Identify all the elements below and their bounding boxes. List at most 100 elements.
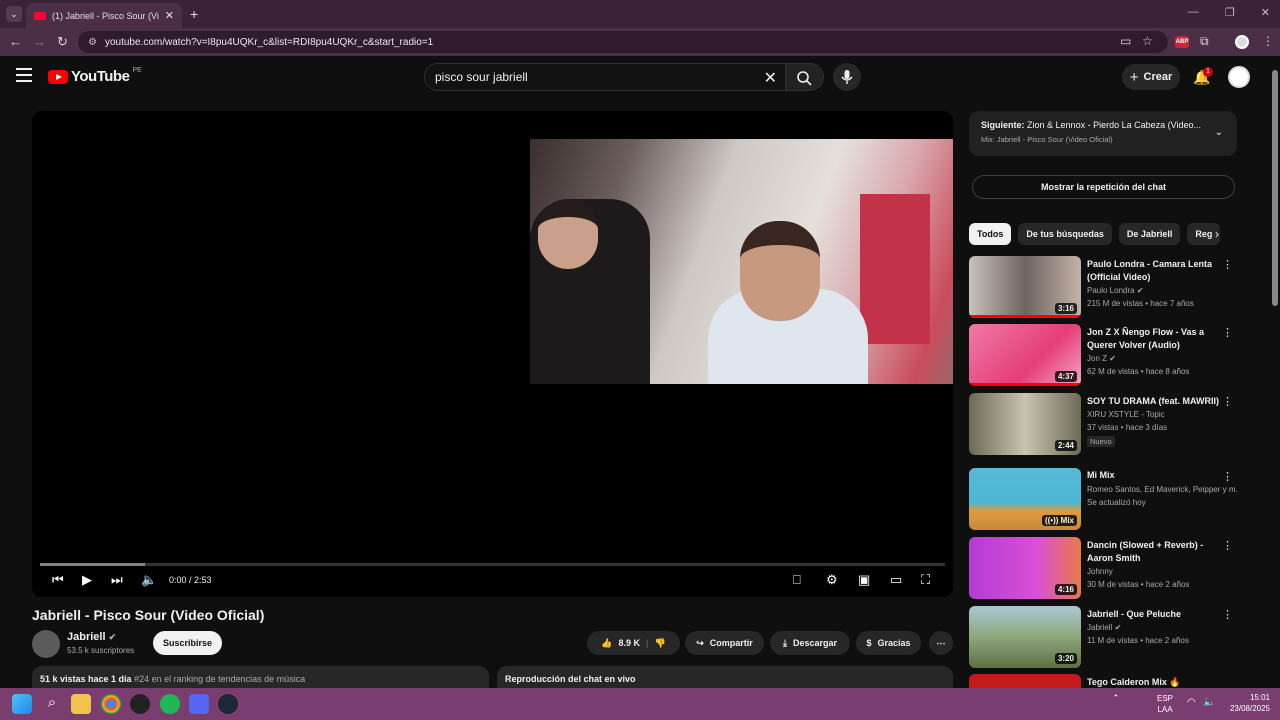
steam-icon[interactable]: [218, 694, 238, 714]
browser-menu-icon[interactable]: ⋮: [1262, 34, 1274, 48]
rec-title[interactable]: Dancin (Slowed + Reverb) - Aaron Smith: [1087, 539, 1223, 565]
thumbnail[interactable]: 4:37: [969, 324, 1081, 386]
youtube-logo[interactable]: YouTube PE: [48, 67, 142, 85]
system-clock[interactable]: 15:01 23/08/2025: [1230, 692, 1270, 714]
progress-bar[interactable]: [40, 563, 945, 566]
chip-from-jabriell[interactable]: De Jabriell: [1118, 223, 1181, 245]
thumbs-down-icon[interactable]: 👎: [655, 638, 666, 649]
thumbnail[interactable]: [969, 674, 1081, 688]
forward-icon[interactable]: →: [33, 34, 46, 49]
tab-search-button[interactable]: ⌄: [6, 6, 22, 22]
system-tray[interactable]: ⌃: [1112, 693, 1120, 704]
more-vert-icon[interactable]: ⋮: [1222, 608, 1233, 621]
minimize-icon[interactable]: —: [1188, 6, 1199, 19]
more-vert-icon[interactable]: ⋮: [1222, 470, 1233, 483]
list-item[interactable]: 2:44 SOY TU DRAMA (feat. MAWRII) XIRU XS…: [969, 393, 1241, 455]
channel-avatar[interactable]: [32, 630, 60, 658]
account-avatar[interactable]: [1228, 66, 1250, 88]
rec-title[interactable]: SOY TU DRAMA (feat. MAWRII): [1087, 395, 1223, 408]
rec-title[interactable]: Paulo Londra - Camara Lenta (Official Vi…: [1087, 258, 1223, 284]
thumbnail[interactable]: 2:44: [969, 393, 1081, 455]
more-vert-icon[interactable]: ⋮: [1222, 258, 1233, 271]
subtitles-icon[interactable]: ⎕: [793, 572, 801, 588]
rec-title[interactable]: Jon Z X Ñengo Flow - Vas a Querer Volver…: [1087, 326, 1223, 352]
search-taskbar-icon[interactable]: ⌕: [42, 694, 62, 714]
language-indicator[interactable]: ESP LAA: [1157, 693, 1173, 715]
chip-all[interactable]: Todos: [969, 223, 1012, 245]
share-button[interactable]: ↪ Compartir: [685, 631, 764, 655]
chevron-up-icon[interactable]: ⌃: [1112, 693, 1120, 703]
list-item[interactable]: 3:20 Jabriell - Que Peluche Jabriell ✔ 1…: [969, 606, 1241, 668]
chrome-icon[interactable]: [101, 694, 121, 714]
speaker-icon[interactable]: 🔈: [1203, 697, 1215, 708]
thumbnail[interactable]: ((•)) Mix: [969, 468, 1081, 530]
spotify-icon[interactable]: [160, 694, 180, 714]
thumbnail[interactable]: 3:20: [969, 606, 1081, 668]
chevron-right-icon[interactable]: ›: [1215, 227, 1219, 241]
show-chat-replay-button[interactable]: Mostrar la repetición del chat: [972, 175, 1235, 199]
settings-gear-icon[interactable]: ⚙: [826, 572, 838, 588]
close-window-icon[interactable]: ✕: [1261, 6, 1270, 19]
video-player[interactable]: ⏮ ▶ ⏭ 🔈 0:00 / 2:53 ⎕ ⚙ ▣ ▭ ⛶: [32, 111, 953, 597]
thumbnail[interactable]: 4:16: [969, 537, 1081, 599]
rec-title[interactable]: Mi Mix: [1087, 469, 1223, 482]
site-info-icon[interactable]: ⚙: [88, 37, 97, 48]
new-tab-button[interactable]: +: [190, 6, 198, 22]
obs-icon[interactable]: [130, 694, 150, 714]
recommendations-list: 3:16 Paulo Londra - Camara Lenta (Offici…: [969, 256, 1241, 688]
next-icon[interactable]: ⏭: [111, 572, 123, 588]
previous-icon[interactable]: ⏮: [52, 572, 64, 588]
voice-search-button[interactable]: [833, 63, 861, 91]
rec-channel: Romeo Santos, Ed Maverick, Peipper y m..…: [1087, 485, 1237, 494]
bookmark-star-icon[interactable]: ☆: [1142, 34, 1153, 48]
rec-title[interactable]: Jabriell - Que Peluche: [1087, 608, 1223, 621]
wifi-icon[interactable]: ◠: [1187, 697, 1196, 708]
adblock-plus-icon[interactable]: ABP: [1175, 36, 1189, 48]
download-button[interactable]: ⤓ Descargar: [770, 631, 850, 655]
rec-title[interactable]: Tego Calderon Mix 🔥: [1087, 676, 1223, 688]
list-item[interactable]: 4:37 Jon Z X Ñengo Flow - Vas a Querer V…: [969, 324, 1241, 386]
clear-search-icon[interactable]: ✕: [764, 68, 777, 88]
cast-icon[interactable]: ▭: [1120, 34, 1131, 48]
more-actions-button[interactable]: ⋯: [929, 631, 953, 655]
rec-channel: Jon Z ✔: [1087, 354, 1237, 363]
search-button[interactable]: [786, 63, 824, 91]
theater-mode-icon[interactable]: ▭: [890, 572, 902, 588]
discord-icon[interactable]: [189, 694, 209, 714]
create-button[interactable]: + Crear: [1122, 64, 1180, 90]
subscribe-button[interactable]: Suscribirse: [153, 631, 222, 655]
back-icon[interactable]: ←: [9, 34, 22, 49]
more-vert-icon[interactable]: ⋮: [1222, 395, 1233, 408]
scrollbar-thumb[interactable]: [1272, 70, 1278, 306]
channel-name[interactable]: Jabriell ✔: [67, 631, 116, 643]
thumbnail[interactable]: 3:16: [969, 256, 1081, 318]
more-vert-icon[interactable]: ⋮: [1222, 539, 1233, 552]
browser-profile-avatar[interactable]: [1235, 35, 1249, 49]
list-item[interactable]: Tego Calderon Mix 🔥: [969, 674, 1241, 688]
chip-from-searches[interactable]: De tus búsquedas: [1018, 223, 1112, 245]
list-item[interactable]: 4:16 Dancin (Slowed + Reverb) - Aaron Sm…: [969, 537, 1241, 599]
more-vert-icon[interactable]: ⋮: [1222, 326, 1233, 339]
miniplayer-icon[interactable]: ▣: [858, 572, 870, 588]
close-tab-icon[interactable]: ✕: [165, 9, 174, 22]
play-icon[interactable]: ▶: [82, 572, 92, 588]
trending-rank: #24 en el ranking de tendencias de músic…: [134, 674, 306, 684]
like-button[interactable]: 👍 8.9 K: [601, 638, 640, 649]
list-item[interactable]: 3:16 Paulo Londra - Camara Lenta (Offici…: [969, 256, 1241, 318]
restore-icon[interactable]: ❐: [1225, 6, 1235, 19]
chevron-down-icon[interactable]: ⌄: [1215, 127, 1223, 138]
thanks-button[interactable]: $ Gracias: [856, 631, 921, 655]
address-bar[interactable]: ⚙ youtube.com/watch?v=I8pu4UQKr_c&list=R…: [78, 31, 1168, 53]
fullscreen-icon[interactable]: ⛶: [921, 572, 930, 588]
browser-tab-active[interactable]: (1) Jabriell - Pisco Sour (Video O ✕: [26, 3, 182, 28]
guide-menu-icon[interactable]: [16, 68, 32, 82]
list-item[interactable]: ((•)) Mix Mi Mix Romeo Santos, Ed Maveri…: [969, 468, 1241, 530]
file-explorer-icon[interactable]: [71, 694, 91, 714]
window-controls: — ❐ ✕: [1188, 6, 1270, 19]
up-next-card[interactable]: Siguiente: Zion & Lennox - Pierdo La Cab…: [969, 111, 1237, 156]
volume-icon[interactable]: 🔈: [141, 572, 157, 588]
search-input[interactable]: pisco sour jabriell ✕: [424, 63, 786, 91]
extensions-icon[interactable]: ⧉: [1200, 34, 1209, 49]
windows-start-icon[interactable]: [12, 694, 32, 714]
reload-icon[interactable]: ↻: [57, 34, 68, 50]
